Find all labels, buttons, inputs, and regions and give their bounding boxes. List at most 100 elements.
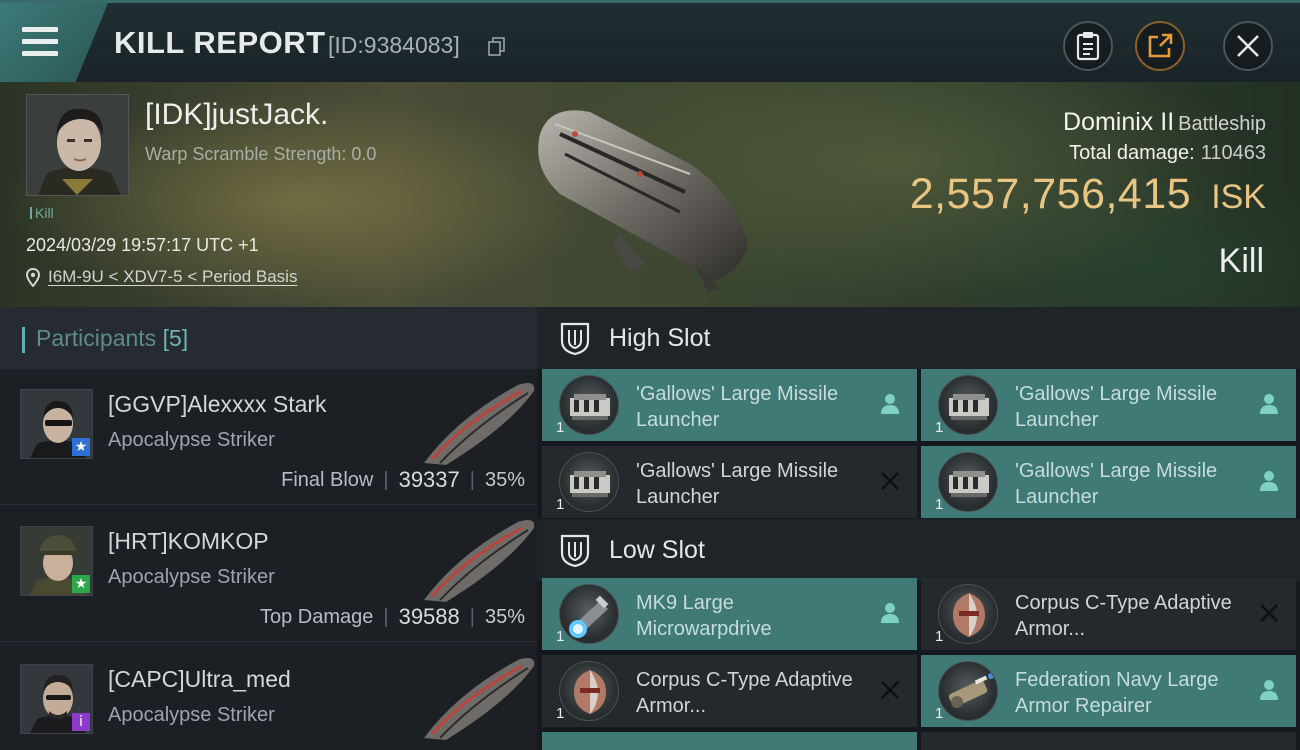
- menu-button[interactable]: [0, 3, 108, 82]
- avatar[interactable]: i: [20, 664, 93, 734]
- module-quantity: 1: [935, 628, 944, 645]
- participants-label: Participants: [36, 325, 157, 351]
- pilot-portrait-image: [27, 95, 128, 195]
- missile-launcher-icon: [938, 452, 998, 512]
- participant-ship-image: [424, 520, 535, 602]
- participant-stats: Final Blow | 39337 | 35%: [281, 467, 525, 493]
- victim-ship-image: [538, 110, 748, 292]
- module-quantity: 1: [935, 496, 944, 513]
- share-icon: [1148, 33, 1173, 58]
- copy-icon[interactable]: [488, 37, 506, 57]
- module-item[interactable]: 1 Corpus C-Type Adaptive Armor...: [921, 578, 1296, 650]
- participant-ship-image: [424, 658, 535, 740]
- location-link[interactable]: I6M-9U < XDV7-5 < Period Basis: [48, 267, 297, 287]
- microwarpdrive-icon: [559, 584, 619, 644]
- missile-launcher-icon: [559, 452, 619, 512]
- module-item-partial[interactable]: [542, 732, 917, 750]
- slot-shield-icon: [560, 322, 590, 355]
- module-name: 'Gallows' Large Missile Launcher: [1015, 383, 1218, 431]
- ship-class: Battleship: [1178, 113, 1266, 135]
- isk-unit: ISK: [1211, 178, 1266, 216]
- dropped-person-icon: [881, 394, 899, 414]
- isk-value: 2,557,756,415 ISK: [910, 170, 1266, 219]
- missile-launcher-icon: [559, 375, 619, 435]
- module-quantity: 1: [556, 419, 565, 436]
- kill-tag-label: Kill: [35, 205, 54, 221]
- module-quantity: 1: [935, 705, 944, 722]
- victim-ship[interactable]: Dominix II Battleship: [1063, 108, 1266, 137]
- low-slot-label: Low Slot: [609, 535, 705, 564]
- dropped-person-icon: [881, 603, 899, 623]
- participant-damage: 39337: [398, 467, 460, 492]
- participants-count: [5]: [162, 325, 189, 351]
- participant-role: Top Damage: [259, 605, 374, 628]
- module-item[interactable]: 1 'Gallows' Large Missile Launcher: [542, 446, 917, 518]
- stats-divider: |: [383, 468, 389, 491]
- module-item[interactable]: 1 'Gallows' Large Missile Launcher: [921, 446, 1296, 518]
- participant-row[interactable]: ★ [HRT]KOMKOP Apocalypse Striker Top Dam…: [0, 506, 537, 642]
- kill-result: Kill: [1218, 242, 1264, 280]
- dropped-person-icon: [1260, 471, 1278, 491]
- adaptive-armor-icon: [559, 661, 619, 721]
- module-name: 'Gallows' Large Missile Launcher: [636, 383, 839, 431]
- destroyed-x-icon: [881, 472, 899, 490]
- clipboard-button[interactable]: [1063, 21, 1113, 71]
- location-pin-icon: [26, 267, 40, 287]
- fitting-panel: High Slot 1 'Gallows' Large Missile Laun…: [537, 307, 1300, 750]
- module-name: Federation Navy Large Armor Repairer: [1015, 669, 1219, 717]
- share-button[interactable]: [1135, 21, 1185, 71]
- participant-damage: 39588: [398, 604, 460, 629]
- module-name: 'Gallows' Large Missile Launcher: [636, 460, 839, 508]
- module-item[interactable]: 1 MK9 Large Microwarpdrive: [542, 578, 917, 650]
- victim-portrait[interactable]: [26, 94, 129, 196]
- dropped-person-icon: [1260, 680, 1278, 700]
- victim-name[interactable]: [IDK]justJack.: [145, 98, 328, 132]
- module-item[interactable]: 1 'Gallows' Large Missile Launcher: [542, 369, 917, 441]
- missile-launcher-icon: [938, 375, 998, 435]
- module-quantity: 1: [935, 419, 944, 436]
- isk-amount: 2,557,756,415: [909, 170, 1192, 218]
- info-badge-icon: i: [72, 713, 90, 731]
- participant-percent: 35%: [484, 468, 525, 491]
- tag-bar-icon: [30, 207, 32, 219]
- close-icon: [1237, 35, 1259, 57]
- kill-id: [ID:9384083]: [328, 32, 460, 58]
- adaptive-armor-icon: [938, 584, 998, 644]
- module-item[interactable]: 1 'Gallows' Large Missile Launcher: [921, 369, 1296, 441]
- star-badge-icon: ★: [72, 438, 90, 456]
- participants-title: Participants [5]: [36, 325, 188, 352]
- module-name: MK9 Large Microwarpdrive: [636, 592, 772, 640]
- module-quantity: 1: [556, 496, 565, 513]
- module-item[interactable]: 1 Federation Navy Large Armor Repairer: [921, 655, 1296, 727]
- armor-repairer-icon: [938, 661, 998, 721]
- participant-name[interactable]: [CAPC]Ultra_med: [108, 666, 291, 693]
- stats-divider: |: [469, 605, 475, 628]
- participant-ship: Apocalypse Striker: [108, 704, 275, 726]
- avatar[interactable]: ★: [20, 389, 93, 459]
- hamburger-icon: [22, 27, 58, 57]
- total-damage-value: 110463: [1200, 142, 1266, 164]
- participant-stats: Top Damage | 39588 | 35%: [260, 604, 525, 630]
- slot-shield-icon: [560, 534, 590, 567]
- participant-name[interactable]: [GGVP]Alexxxx Stark: [108, 391, 327, 418]
- header-bar: KILL REPORT [ID:9384083]: [0, 0, 1300, 82]
- module-item[interactable]: 1 Corpus C-Type Adaptive Armor...: [542, 655, 917, 727]
- participant-ship: Apocalypse Striker: [108, 429, 275, 451]
- header-accent-bar: [22, 327, 25, 353]
- participants-header: Participants [5]: [0, 307, 537, 369]
- total-damage: Total damage: 110463: [1069, 142, 1266, 165]
- kill-tag: Kill: [30, 205, 54, 221]
- module-quantity: 1: [556, 705, 565, 722]
- kill-location[interactable]: I6M-9U < XDV7-5 < Period Basis: [26, 267, 297, 287]
- avatar[interactable]: ★: [20, 526, 93, 596]
- module-item-partial[interactable]: [921, 732, 1296, 750]
- destroyed-x-icon: [1260, 604, 1278, 622]
- participant-name[interactable]: [HRT]KOMKOP: [108, 528, 269, 555]
- total-damage-label: Total damage:: [1069, 142, 1195, 164]
- stats-divider: |: [469, 468, 475, 491]
- close-button[interactable]: [1223, 21, 1273, 71]
- participant-row[interactable]: ★ [GGVP]Alexxxx Stark Apocalypse Striker…: [0, 369, 537, 505]
- participant-row[interactable]: i [CAPC]Ultra_med Apocalypse Striker: [0, 644, 537, 750]
- participant-role: Final Blow: [281, 468, 374, 491]
- participants-panel: Participants [5] ★ [GGVP]Alexxxx Stark A…: [0, 307, 537, 750]
